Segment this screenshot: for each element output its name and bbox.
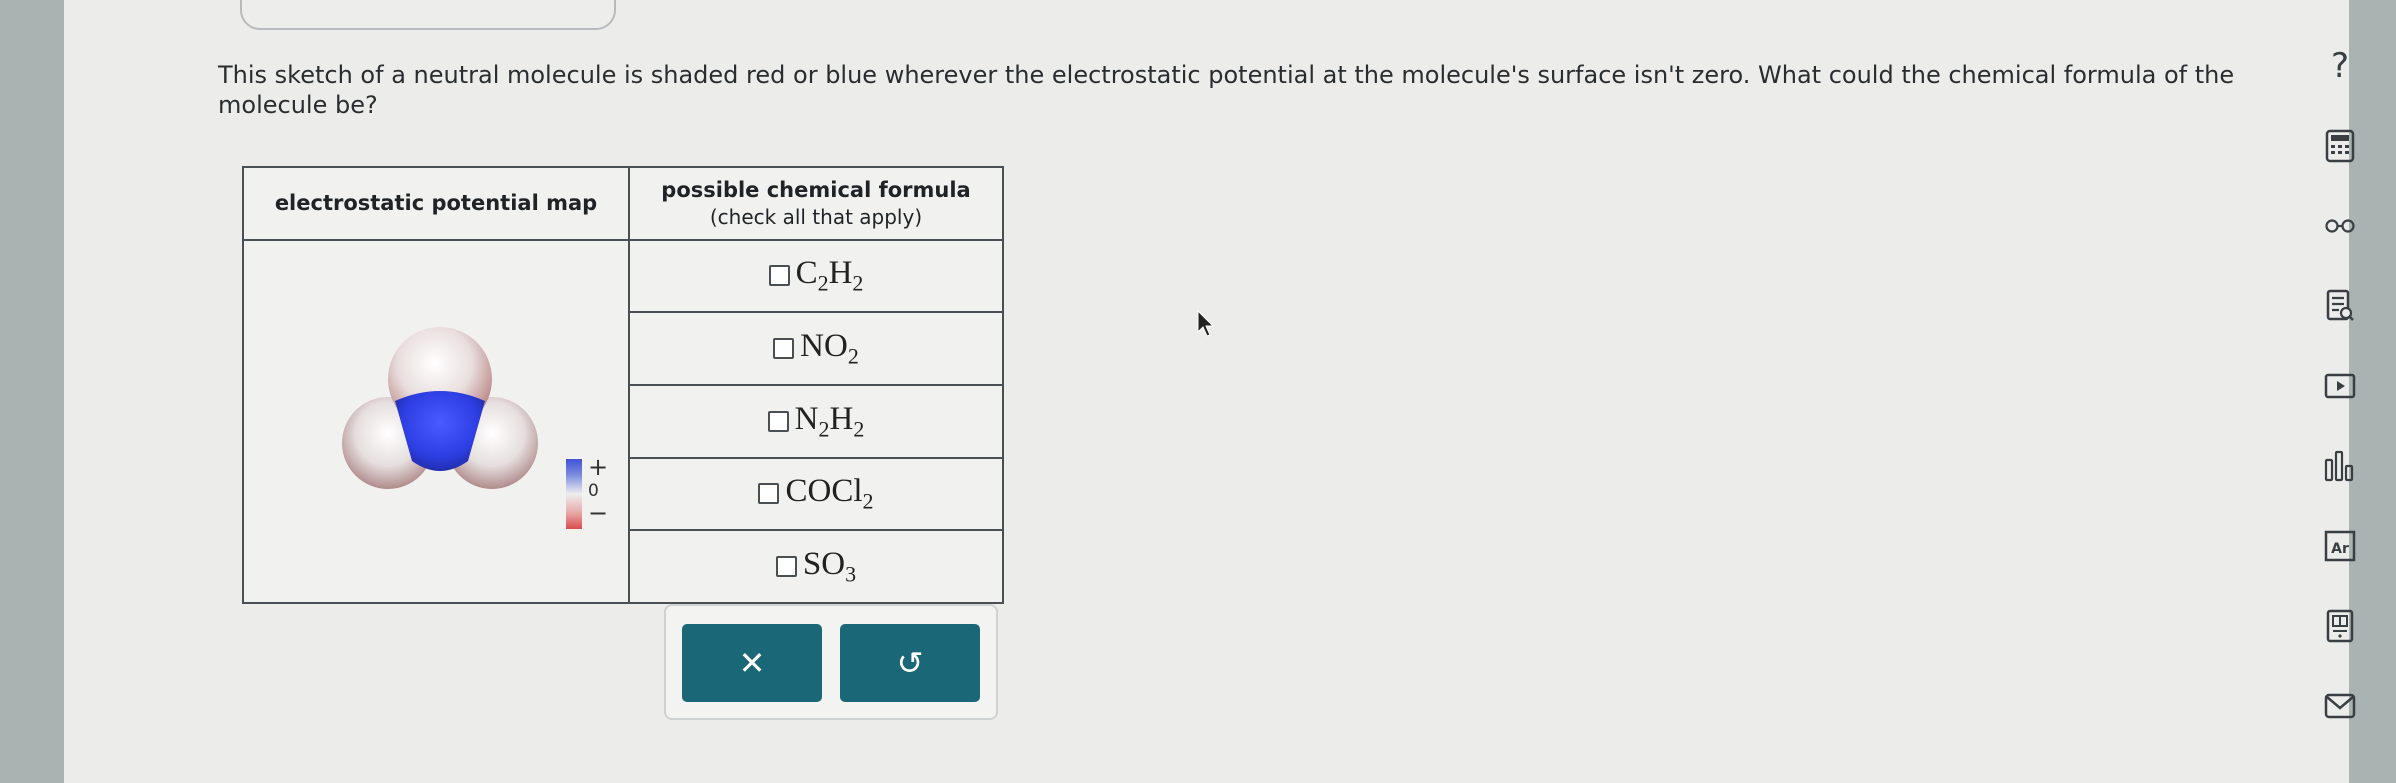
- option-label: COCl2: [785, 473, 874, 514]
- legend-zero: 0: [588, 480, 599, 501]
- checkbox[interactable]: [758, 483, 780, 505]
- answer-buttons-panel: ✕ ↺: [664, 604, 998, 720]
- question-text: This sketch of a neutral molecule is sha…: [218, 61, 2235, 119]
- clear-button[interactable]: ✕: [682, 624, 822, 702]
- previous-answer-box: [240, 0, 616, 30]
- option-label: N2H2: [794, 400, 865, 442]
- formula-column-subheader: (check all that apply): [709, 204, 923, 229]
- calculator-icon[interactable]: [2320, 126, 2360, 166]
- option-so3[interactable]: SO3: [628, 529, 1004, 604]
- help-icon[interactable]: ?: [2320, 46, 2360, 86]
- legend-color-bar: [566, 458, 582, 529]
- checkbox[interactable]: [767, 410, 789, 432]
- undo-icon: ↺: [896, 644, 924, 682]
- glasses-icon[interactable]: [2320, 206, 2360, 246]
- checkbox[interactable]: [773, 338, 795, 360]
- periodic-table-icon[interactable]: Ar: [2320, 526, 2360, 566]
- molecule-potential-map: [342, 326, 538, 489]
- video-icon[interactable]: [2320, 366, 2360, 406]
- formula-column-header: possible chemical formula (check all tha…: [628, 166, 1004, 241]
- legend-minus: −: [588, 498, 609, 527]
- svg-text:Ar: Ar: [2331, 541, 2349, 557]
- option-cocl2[interactable]: COCl2: [628, 456, 1004, 532]
- checkbox[interactable]: [768, 265, 790, 287]
- option-label: C2H2: [795, 255, 864, 296]
- main-screen: This sketch of a neutral molecule is sha…: [64, 0, 2356, 783]
- option-c2h2[interactable]: C2H2: [628, 238, 1004, 314]
- x-icon: ✕: [738, 644, 766, 682]
- option-label: SO3: [802, 545, 857, 587]
- checkbox[interactable]: [775, 556, 797, 578]
- tools-sidebar: ? Ar: [2310, 0, 2370, 783]
- potential-legend: + 0 −: [566, 453, 612, 534]
- textbook-icon[interactable]: [2320, 606, 2360, 646]
- option-label: NO2: [800, 327, 859, 369]
- option-no2[interactable]: NO2: [628, 311, 1004, 386]
- chart-icon[interactable]: [2320, 446, 2360, 486]
- mail-icon[interactable]: [2320, 686, 2360, 726]
- notes-icon[interactable]: [2320, 286, 2360, 326]
- undo-button[interactable]: ↺: [840, 624, 980, 702]
- option-n2h2[interactable]: N2H2: [628, 383, 1004, 459]
- answer-table: electrostatic potential map possible che…: [242, 166, 1004, 605]
- mouse-cursor-icon: [1197, 310, 1215, 337]
- map-column-header: electrostatic potential map: [242, 166, 630, 241]
- legend-plus: +: [588, 452, 609, 481]
- electrostatic-map-cell: + 0 −: [242, 238, 630, 605]
